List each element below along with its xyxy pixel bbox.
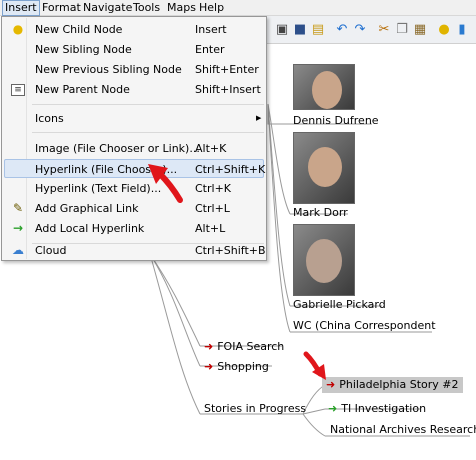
node-label: WC (China Correspondent	[293, 319, 436, 332]
lightbulb-icon: ●	[12, 22, 24, 36]
callout-arrow-icon	[303, 351, 326, 380]
menu-tools[interactable]: Tools	[131, 0, 162, 16]
node-shopping[interactable]: ➜ Shopping	[204, 359, 269, 375]
link-arrow-icon: ➜	[204, 360, 214, 373]
person-name-gabrielle[interactable]: Gabrielle Pickard	[293, 298, 386, 311]
submenu-arrow-icon: ▶	[256, 114, 262, 122]
menu-item-label: Add Graphical Link	[35, 202, 139, 215]
menu-maps[interactable]: Maps	[165, 0, 198, 16]
node-label: National Archives Research	[330, 423, 476, 436]
menu-item-cloud[interactable]: ☁ Cloud Ctrl+Shift+B	[4, 241, 266, 260]
photo-dennis-dufrene	[293, 64, 355, 110]
toolbar: ▣ ■ ▤ ↶ ↷ ✂ ❐ ▦ ● ▮	[266, 16, 476, 44]
menu-separator	[32, 104, 264, 105]
menu-separator	[32, 132, 264, 133]
graphical-link-icon: ✎	[12, 201, 24, 215]
person-name-dennis[interactable]: Dennis Dufrene	[293, 114, 379, 127]
menu-item-new-child-node[interactable]: ● New Child Node Insert	[4, 20, 264, 39]
callout-arrow-icon	[148, 164, 183, 203]
menu-item-label: Image (File Chooser or Link)...	[35, 142, 200, 155]
node-label: FOIA Search	[217, 340, 285, 353]
node-label: Shopping	[217, 360, 269, 373]
menu-item-label: New Child Node	[35, 23, 123, 36]
save-icon[interactable]: ■	[292, 22, 308, 38]
open-icon[interactable]: ▣	[274, 22, 290, 38]
face-shape	[312, 71, 342, 109]
menu-format[interactable]: Format	[40, 0, 83, 16]
node-label: TI Investigation	[341, 402, 427, 415]
menu-help[interactable]: Help	[197, 0, 226, 16]
menu-item-shortcut: Ctrl+L	[195, 202, 230, 215]
link-arrow-icon: ➜	[204, 340, 214, 353]
face-shape	[306, 239, 342, 283]
menu-item-add-local-hyperlink[interactable]: → Add Local Hyperlink Alt+L	[4, 219, 264, 238]
paste-icon[interactable]: ▦	[412, 22, 428, 38]
photo-gabrielle-pickard	[293, 224, 355, 296]
menu-item-shortcut: Alt+K	[195, 142, 227, 155]
menu-insert[interactable]: Insert	[2, 0, 40, 16]
menu-item-label: New Sibling Node	[35, 43, 132, 56]
menu-item-shortcut: Shift+Insert	[195, 83, 261, 96]
menu-navigate[interactable]: Navigate	[81, 0, 134, 16]
menu-item-label: Icons	[35, 112, 64, 125]
menu-item-shortcut: Ctrl+K	[195, 182, 232, 195]
menu-item-add-graphical-link[interactable]: ✎ Add Graphical Link Ctrl+L	[4, 199, 264, 218]
menu-item-label: Cloud	[35, 244, 67, 257]
node-label: Stories in Progress	[204, 402, 307, 415]
cut-icon[interactable]: ✂	[376, 22, 392, 38]
menu-item-new-previous-sibling-node[interactable]: New Previous Sibling Node Shift+Enter	[4, 60, 264, 79]
menu-item-shortcut: Insert	[195, 23, 227, 36]
copy-icon[interactable]: ❐	[394, 22, 410, 38]
info-icon[interactable]: ▮	[454, 22, 470, 38]
menu-item-shortcut: Shift+Enter	[195, 63, 259, 76]
menu-item-new-sibling-node[interactable]: New Sibling Node Enter	[4, 40, 264, 59]
menu-bar: Insert Format Navigate Tools Maps Help	[0, 0, 476, 16]
cloud-icon: ☁	[12, 243, 24, 257]
menu-item-new-parent-node[interactable]: ≡ New Parent Node Shift+Insert	[4, 80, 264, 99]
menu-item-label: Add Local Hyperlink	[35, 222, 145, 235]
menu-item-hyperlink-text-field[interactable]: Hyperlink (Text Field)... Ctrl+K	[4, 179, 264, 198]
parent-node-icon: ≡	[11, 84, 25, 96]
insert-menu: ● New Child Node Insert New Sibling Node…	[1, 16, 267, 261]
node-stories-in-progress[interactable]: Stories in Progress	[204, 401, 306, 417]
node-ti-investigation[interactable]: ➜ TI Investigation	[328, 401, 426, 417]
menu-item-shortcut: Alt+L	[195, 222, 226, 235]
local-link-arrow-icon: ➜	[328, 402, 338, 415]
menu-item-shortcut: Enter	[195, 43, 225, 56]
menu-item-label: Hyperlink (Text Field)...	[35, 182, 162, 195]
undo-icon[interactable]: ↶	[334, 22, 350, 38]
node-label: Philadelphia Story #2	[339, 378, 459, 391]
menu-item-label: New Previous Sibling Node	[35, 63, 182, 76]
menu-item-label: New Parent Node	[35, 83, 130, 96]
menu-item-image[interactable]: Image (File Chooser or Link)... Alt+K	[4, 139, 264, 158]
menu-item-shortcut: Ctrl+Shift+B	[195, 244, 266, 257]
green-arrow-icon: →	[12, 221, 24, 235]
node-philadelphia-story[interactable]: ➜ Philadelphia Story #2	[322, 377, 463, 393]
node-wc-china[interactable]: WC (China Correspondent	[293, 318, 436, 334]
save-as-icon[interactable]: ▤	[310, 22, 326, 38]
photo-mark-dorr	[293, 132, 355, 204]
lightbulb-icon[interactable]: ●	[436, 22, 452, 38]
menu-item-icons[interactable]: Icons ▶	[4, 109, 264, 128]
node-foia-search[interactable]: ➜ FOIA Search	[204, 339, 284, 355]
menu-item-shortcut: Ctrl+Shift+K	[195, 163, 266, 176]
face-shape	[308, 147, 342, 187]
person-name-mark[interactable]: Mark Dorr	[293, 206, 348, 219]
node-national-archives[interactable]: National Archives Research	[330, 422, 476, 438]
menu-item-hyperlink-file-chooser[interactable]: Hyperlink (File Chooser)... Ctrl+Shift+K	[4, 159, 266, 178]
redo-icon[interactable]: ↷	[352, 22, 368, 38]
